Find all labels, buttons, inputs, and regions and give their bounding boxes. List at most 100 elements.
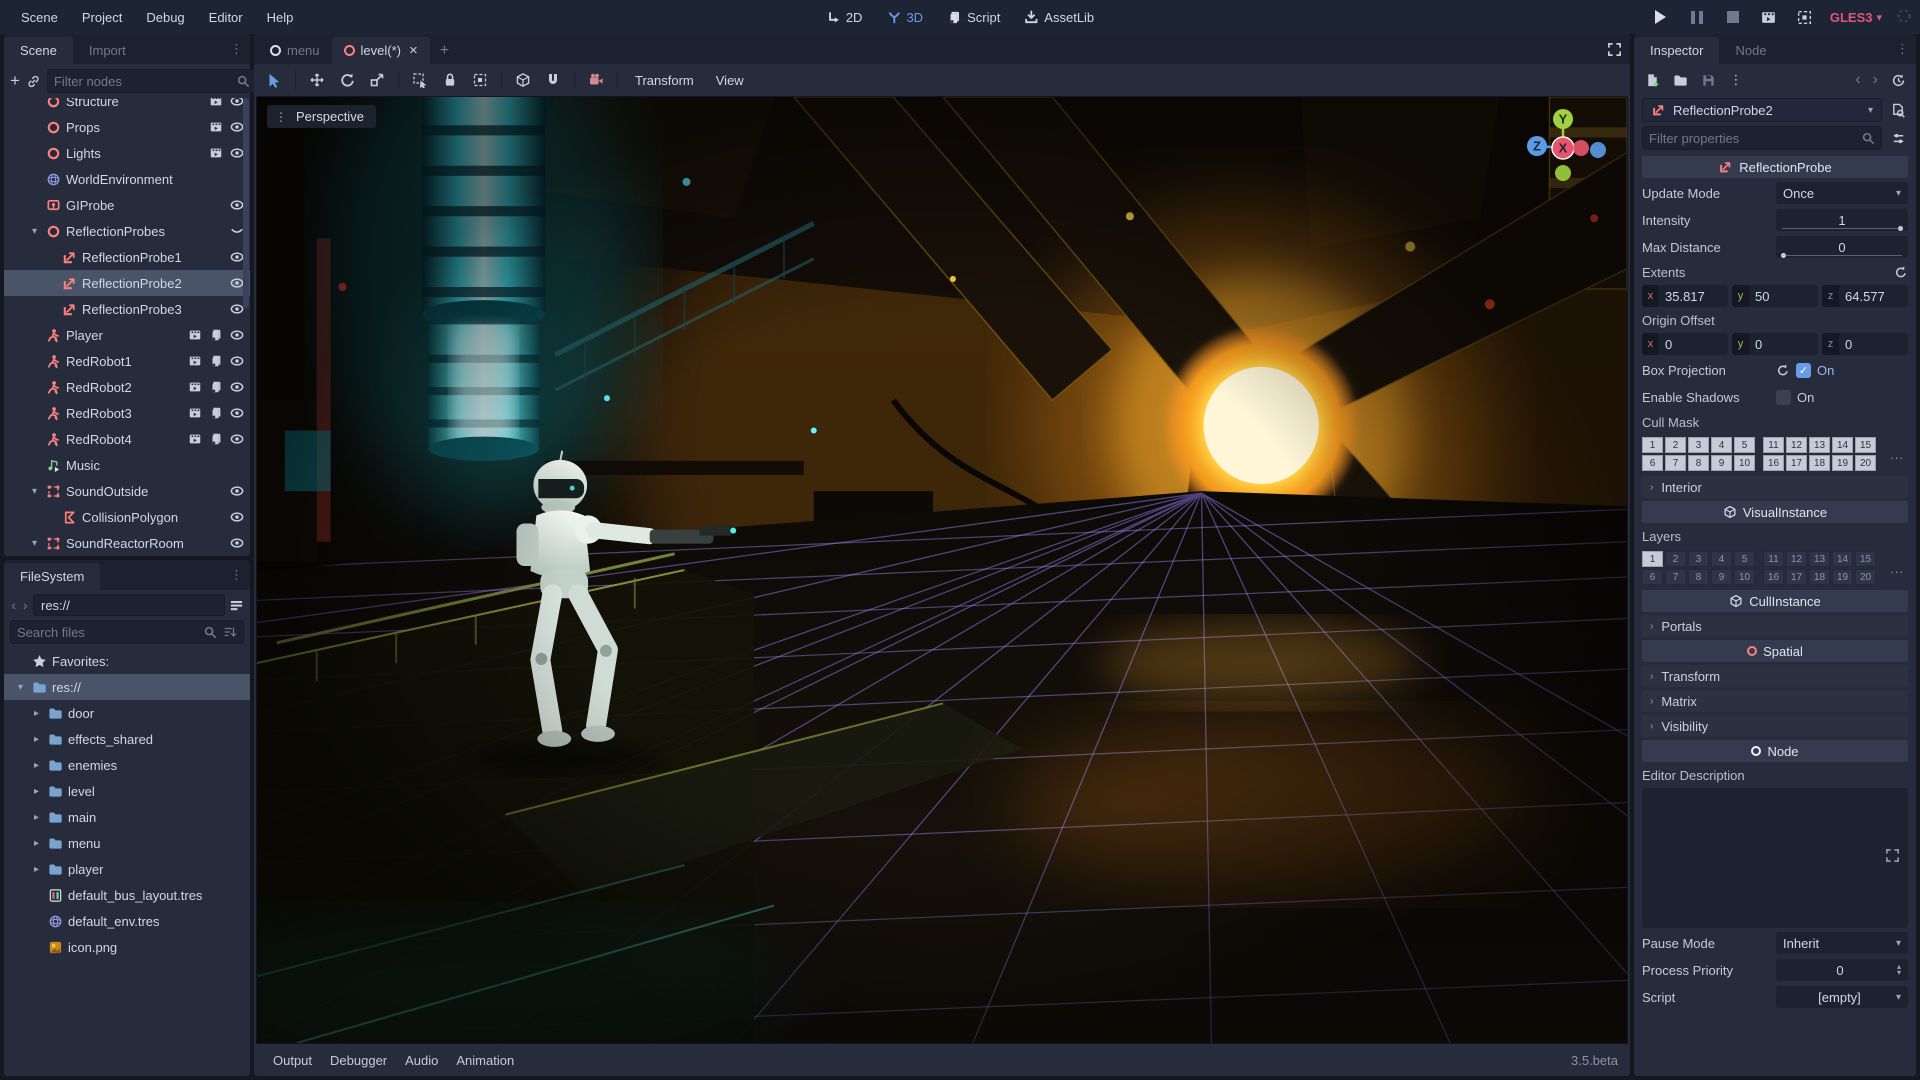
cull-mask-bit[interactable]: 18: [1809, 455, 1830, 471]
clapper-icon[interactable]: [188, 328, 202, 342]
cull-mask-bit[interactable]: 8: [1688, 455, 1709, 471]
menubar-item[interactable]: Debug: [135, 6, 195, 29]
layer-bit[interactable]: 8: [1688, 569, 1709, 585]
expand-chevron[interactable]: ▾: [28, 486, 41, 497]
new-scene-tab-button[interactable]: +: [430, 38, 459, 64]
snap-mode-button[interactable]: [539, 68, 567, 92]
category-cullinstance[interactable]: CullInstance: [1642, 590, 1908, 612]
cull-mask-bit[interactable]: 16: [1763, 455, 1784, 471]
process-priority-field[interactable]: 0 ▴ ▾: [1776, 959, 1908, 981]
layer-bit[interactable]: 5: [1734, 551, 1755, 567]
close-icon[interactable]: ×: [409, 43, 418, 58]
open-docs-button[interactable]: [1888, 100, 1908, 120]
cull-mask-bit[interactable]: 17: [1786, 455, 1807, 471]
select-mode-button[interactable]: [260, 68, 288, 92]
transform-menu[interactable]: Transform: [625, 68, 704, 93]
origin-y-field[interactable]: y0: [1732, 333, 1818, 355]
tree-row[interactable]: GIProbe: [4, 192, 250, 218]
file-row[interactable]: default_env.tres: [4, 908, 250, 934]
list-select-button[interactable]: [406, 68, 434, 92]
expand-chevron[interactable]: ▸: [30, 734, 43, 745]
script-icon[interactable]: [209, 432, 223, 446]
scene-tab-level[interactable]: level(*) ×: [331, 37, 430, 64]
toggle-split-mode-button[interactable]: [229, 594, 244, 616]
layers-more-button[interactable]: ...: [1882, 561, 1908, 576]
bottom-panel-tab[interactable]: Audio: [396, 1048, 447, 1073]
cull-mask-bit[interactable]: 7: [1665, 455, 1686, 471]
dock-options-icon[interactable]: ⋮: [230, 41, 244, 57]
add-node-button[interactable]: +: [10, 70, 20, 92]
scene-tab-menu[interactable]: menu: [258, 37, 332, 64]
expand-chevron[interactable]: ▸: [30, 786, 43, 797]
category-reflectionprobe[interactable]: ReflectionProbe: [1642, 156, 1908, 178]
view-menu[interactable]: View: [706, 68, 754, 93]
clapper-icon[interactable]: [209, 98, 223, 108]
cull-mask-bit[interactable]: 15: [1855, 437, 1876, 453]
file-row[interactable]: ▸ player: [4, 856, 250, 882]
expand-chevron[interactable]: ▸: [30, 760, 43, 771]
history-back-icon[interactable]: ‹: [1853, 71, 1862, 89]
cull-mask-bit[interactable]: 19: [1832, 455, 1853, 471]
node-selector[interactable]: ReflectionProbe2 ▾: [1642, 98, 1882, 122]
eye-icon[interactable]: [230, 276, 244, 290]
clapper-icon[interactable]: [188, 354, 202, 368]
view-2d-button[interactable]: 2D: [818, 6, 871, 29]
eye-icon[interactable]: [230, 198, 244, 212]
script-icon[interactable]: [209, 406, 223, 420]
file-row[interactable]: ▸ enemies: [4, 752, 250, 778]
layer-bit[interactable]: 16: [1763, 569, 1784, 585]
menubar-item[interactable]: Help: [256, 6, 305, 29]
layer-bit[interactable]: 10: [1734, 569, 1755, 585]
cull-mask-bit[interactable]: 2: [1665, 437, 1686, 453]
eye-icon[interactable]: [230, 432, 244, 446]
play-scene-button[interactable]: [1758, 6, 1780, 28]
tree-row[interactable]: ReflectionProbe1: [4, 244, 250, 270]
cull-mask-bit[interactable]: 5: [1734, 437, 1755, 453]
current-path-field[interactable]: [33, 594, 225, 616]
eye-icon[interactable]: [230, 120, 244, 134]
tab-import[interactable]: Import: [73, 37, 142, 64]
local-space-button[interactable]: [509, 68, 537, 92]
expand-chevron[interactable]: ▸: [30, 838, 43, 849]
cull-mask-bit[interactable]: 3: [1688, 437, 1709, 453]
scale-mode-button[interactable]: [363, 68, 391, 92]
file-row[interactable]: ▸ menu: [4, 830, 250, 856]
revert-icon[interactable]: [1894, 265, 1908, 279]
stop-button[interactable]: [1722, 6, 1744, 28]
preview-camera-button[interactable]: [582, 68, 610, 92]
intensity-field[interactable]: 1: [1776, 209, 1908, 231]
sort-icon[interactable]: [223, 625, 237, 639]
layer-bit[interactable]: 1: [1642, 551, 1663, 567]
tree-row[interactable]: RedRobot3: [4, 400, 250, 426]
script-icon[interactable]: [209, 380, 223, 394]
eye-icon[interactable]: [230, 302, 244, 316]
new-resource-button[interactable]: [1642, 70, 1662, 90]
3d-viewport[interactable]: ⋮ Perspective Y Z X: [256, 96, 1628, 1044]
tree-row[interactable]: WorldEnvironment: [4, 166, 250, 192]
tree-row[interactable]: Player: [4, 322, 250, 348]
box-projection-checkbox[interactable]: ✓: [1796, 362, 1811, 378]
menubar-item[interactable]: Scene: [10, 6, 69, 29]
enable-shadows-checkbox[interactable]: [1776, 389, 1791, 405]
tree-row[interactable]: CollisionPolygon: [4, 504, 250, 530]
eye-icon[interactable]: [230, 250, 244, 264]
section-portals[interactable]: › Portals: [1642, 615, 1908, 637]
layer-bit[interactable]: 19: [1832, 569, 1853, 585]
script-icon[interactable]: [209, 354, 223, 368]
layer-bit[interactable]: 3: [1688, 551, 1709, 567]
cull-mask-bit[interactable]: 13: [1809, 437, 1830, 453]
origin-z-field[interactable]: z0: [1822, 333, 1908, 355]
extents-x-field[interactable]: x 35.817: [1642, 285, 1728, 307]
history-forward-icon[interactable]: ›: [1871, 71, 1880, 89]
eye-icon[interactable]: [230, 536, 244, 550]
update-mode-select[interactable]: Once ▾: [1776, 182, 1908, 204]
tree-row[interactable]: RedRobot2: [4, 374, 250, 400]
cull-mask-bit[interactable]: 9: [1711, 455, 1732, 471]
tree-row[interactable]: ▾ ReflectionProbes: [4, 218, 250, 244]
rotate-mode-button[interactable]: [333, 68, 361, 92]
category-spatial[interactable]: Spatial: [1642, 640, 1908, 662]
cull-mask-bit[interactable]: 1: [1642, 437, 1663, 453]
expand-icon[interactable]: [1885, 848, 1900, 863]
bottom-panel-tab[interactable]: Debugger: [321, 1048, 396, 1073]
origin-x-field[interactable]: x0: [1642, 333, 1728, 355]
